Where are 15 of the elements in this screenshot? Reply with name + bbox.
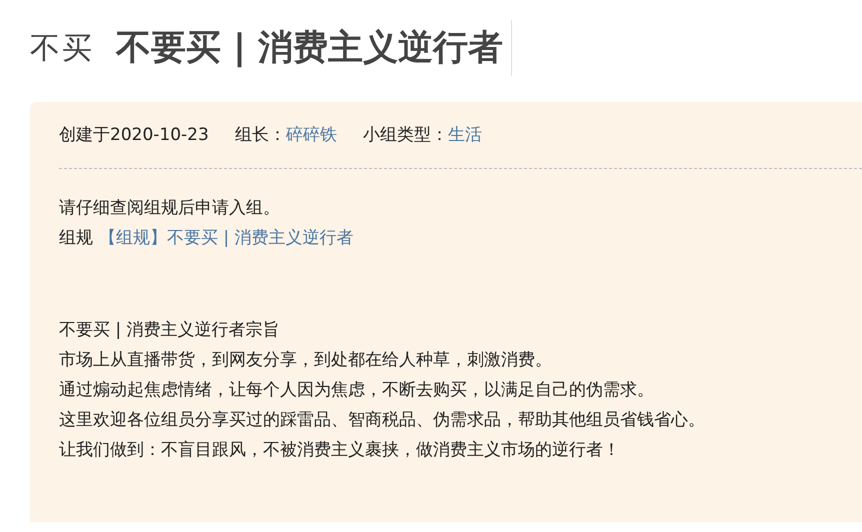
rules-link[interactable]: 【组规】不要买 | 消费主义逆行者 — [99, 228, 354, 248]
rules-label: 组规 — [59, 228, 93, 248]
description-line: 让我们做到：不盲目跟风，不被消费主义裹挟，做消费主义市场的逆行者！ — [59, 439, 621, 462]
description-line: 这里欢迎各位组员分享买过的踩雷品、智商税品、伪需求品，帮助其他组员省钱省心。 — [59, 409, 706, 432]
description-line: 市场上从直播带货，到网友分享，到处都在给人种草，刺激消费。 — [59, 349, 553, 372]
group-type-label: 小组类型： — [362, 124, 448, 147]
created-date: 创建于2020-10-23 — [59, 124, 209, 147]
group-type-link[interactable]: 生活 — [448, 120, 482, 150]
group-title: 不要买 | 消费主义逆行者 — [116, 20, 512, 76]
group-logo: 不买 — [30, 30, 95, 68]
leader-link[interactable]: 碎碎铁 — [286, 120, 337, 150]
leader-label: 组长： — [234, 124, 286, 147]
description-line: 不要买 | 消费主义逆行者宗旨 — [59, 319, 281, 342]
description-line: 通过煽动起焦虑情绪，让每个人因为焦虑，不断去购买，以满足自己的伪需求。 — [59, 379, 655, 402]
notice-text: 请仔细查阅组规后申请入组。 — [59, 197, 281, 220]
